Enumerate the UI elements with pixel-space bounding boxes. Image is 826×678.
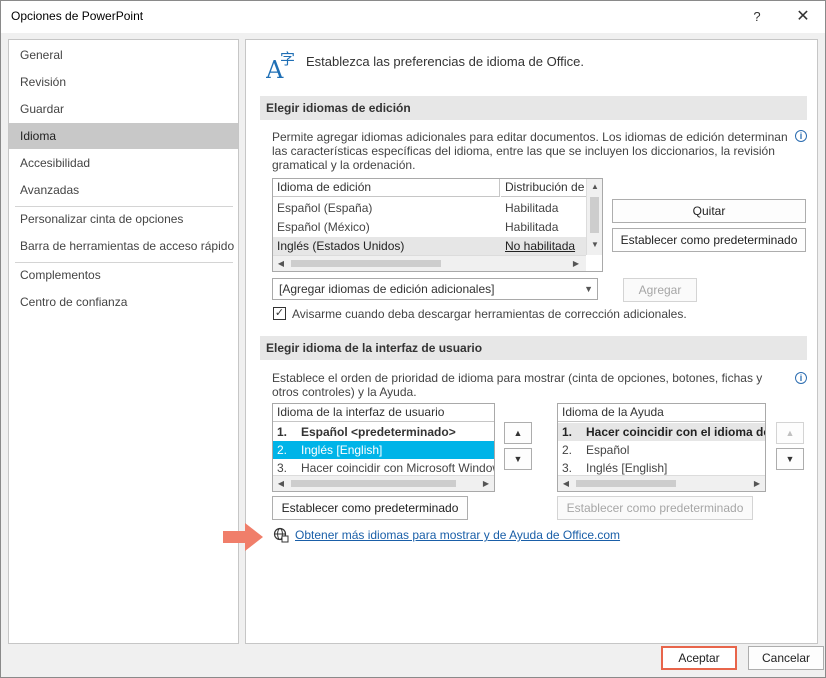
info-icon[interactable]: i xyxy=(795,372,807,384)
nav-item-avanzadas[interactable]: Avanzadas xyxy=(9,177,238,203)
add-language-dropdown[interactable]: [Agregar idiomas de edición adicionales]… xyxy=(272,278,598,300)
table-row[interactable]: Español (España) Habilitada xyxy=(273,199,586,217)
set-default-editing-button[interactable]: Establecer como predeterminado xyxy=(612,228,806,252)
notify-checkbox[interactable]: ✓ xyxy=(273,307,286,320)
help-move-down-button[interactable]: ▼ xyxy=(776,448,804,470)
language-cell: Español (México) xyxy=(277,220,370,234)
close-button[interactable]: ✕ xyxy=(791,5,815,29)
nav-item-guardar[interactable]: Guardar xyxy=(9,96,238,122)
horizontal-scrollbar[interactable]: ◀ ▶ xyxy=(273,475,494,491)
title-bar: Opciones de PowerPoint ? ✕ xyxy=(1,1,825,33)
scrollbar-thumb[interactable] xyxy=(291,260,441,267)
item-label: Español <predeterminado> xyxy=(301,425,456,439)
nav-item-centro-confianza[interactable]: Centro de confianza xyxy=(9,289,238,315)
item-number: 2. xyxy=(277,443,288,457)
column-header-idioma[interactable]: Idioma de edición xyxy=(273,179,500,197)
scrollbar-thumb[interactable] xyxy=(576,480,676,487)
status-cell: Habilitada xyxy=(505,201,559,215)
nav-item-idioma[interactable]: Idioma xyxy=(9,123,238,149)
window-title: Opciones de PowerPoint xyxy=(11,9,144,23)
help-button[interactable]: ? xyxy=(747,7,767,27)
horizontal-scrollbar[interactable]: ◀ ▶ xyxy=(273,255,586,271)
help-language-header: Idioma de la Ayuda xyxy=(558,404,765,422)
svg-text:字: 字 xyxy=(280,50,295,68)
scroll-right-icon[interactable]: ▶ xyxy=(478,476,494,491)
ok-button[interactable]: Aceptar xyxy=(661,646,737,670)
chevron-down-icon: ▼ xyxy=(584,284,593,294)
globe-icon xyxy=(273,527,289,543)
more-languages-link[interactable]: Obtener más idiomas para mostrar y de Ay… xyxy=(295,528,620,542)
item-number: 1. xyxy=(562,425,573,439)
arrow-right-icon xyxy=(223,523,263,551)
nav-item-barra-acceso-rapido[interactable]: Barra de herramientas de acceso rápido xyxy=(9,233,238,259)
remove-button[interactable]: Quitar xyxy=(612,199,806,223)
language-panel: A 字 Establezca las preferencias de idiom… xyxy=(245,39,818,644)
scrollbar-thumb[interactable] xyxy=(590,197,599,233)
move-up-button[interactable]: ▲ xyxy=(504,422,532,444)
scroll-up-icon[interactable]: ▲ xyxy=(587,179,602,195)
horizontal-scrollbar[interactable]: ◀ ▶ xyxy=(558,475,765,491)
editing-description: Permite agregar idiomas adicionales para… xyxy=(272,130,788,172)
nav-item-revision[interactable]: Revisión xyxy=(9,69,238,95)
notify-checkbox-label: Avisarme cuando deba descargar herramien… xyxy=(292,307,687,321)
scroll-right-icon[interactable]: ▶ xyxy=(568,256,584,271)
list-item[interactable]: 1. Hacer coincidir con el idioma de xyxy=(558,423,765,441)
item-label: Inglés [English] xyxy=(301,443,383,457)
section-ui-language-title: Elegir idioma de la interfaz de usuario xyxy=(260,336,807,360)
add-language-value: [Agregar idiomas de edición adicionales] xyxy=(279,282,495,296)
set-default-display-button[interactable]: Establecer como predeterminado xyxy=(272,496,468,520)
info-icon[interactable]: i xyxy=(795,130,807,142)
scroll-left-icon[interactable]: ◀ xyxy=(558,476,574,491)
display-language-list[interactable]: Idioma de la interfaz de usuario 1. Espa… xyxy=(272,403,495,492)
nav-item-personalizar-cinta[interactable]: Personalizar cinta de opciones xyxy=(9,206,238,232)
add-button[interactable]: Agregar xyxy=(623,278,697,302)
item-label: Hacer coincidir con el idioma de xyxy=(586,425,765,439)
language-cell: Español (España) xyxy=(277,201,373,215)
item-label: Español xyxy=(586,443,630,457)
category-nav: General Revisión Guardar Idioma Accesibi… xyxy=(8,39,239,644)
language-icon: A 字 xyxy=(266,50,295,80)
list-item[interactable]: 2. Inglés [English] xyxy=(273,441,494,459)
nav-item-complementos[interactable]: Complementos xyxy=(9,262,238,288)
help-language-list[interactable]: Idioma de la Ayuda 1. Hacer coincidir co… xyxy=(557,403,766,492)
vertical-scrollbar[interactable]: ▲ ▼ xyxy=(586,179,602,255)
move-down-button[interactable]: ▼ xyxy=(504,448,532,470)
status-cell[interactable]: No habilitada xyxy=(501,237,586,255)
list-item[interactable]: 1. Español <predeterminado> xyxy=(273,423,494,441)
language-cell: Inglés (Estados Unidos) xyxy=(277,239,405,253)
cancel-button[interactable]: Cancelar xyxy=(748,646,824,670)
ui-language-description: Establece el orden de prioridad de idiom… xyxy=(272,371,763,399)
help-move-up-button[interactable]: ▲ xyxy=(776,422,804,444)
table-row[interactable]: Español (México) Habilitada xyxy=(273,218,586,236)
set-default-help-button[interactable]: Establecer como predeterminado xyxy=(557,496,753,520)
scrollbar-thumb[interactable] xyxy=(291,480,456,487)
nav-item-general[interactable]: General xyxy=(9,42,238,68)
column-header-distribucion[interactable]: Distribución de xyxy=(501,179,587,197)
status-cell: Habilitada xyxy=(505,220,559,234)
scroll-right-icon[interactable]: ▶ xyxy=(749,476,765,491)
list-item[interactable]: 2. Español xyxy=(558,441,765,459)
section-editing-title: Elegir idiomas de edición xyxy=(260,96,807,120)
scroll-left-icon[interactable]: ◀ xyxy=(273,476,289,491)
display-language-header: Idioma de la interfaz de usuario xyxy=(273,404,494,422)
nav-item-accesibilidad[interactable]: Accesibilidad xyxy=(9,150,238,176)
item-number: 1. xyxy=(277,425,288,439)
page-title: Establezca las preferencias de idioma de… xyxy=(306,54,584,69)
scroll-down-icon[interactable]: ▼ xyxy=(587,237,602,253)
table-row[interactable]: Inglés (Estados Unidos) No habilitada xyxy=(273,237,586,255)
item-number: 2. xyxy=(562,443,573,457)
options-dialog: Opciones de PowerPoint ? ✕ General Revis… xyxy=(0,0,826,678)
editing-languages-list[interactable]: Idioma de edición Distribución de Españo… xyxy=(272,178,603,272)
scroll-left-icon[interactable]: ◀ xyxy=(273,256,289,271)
